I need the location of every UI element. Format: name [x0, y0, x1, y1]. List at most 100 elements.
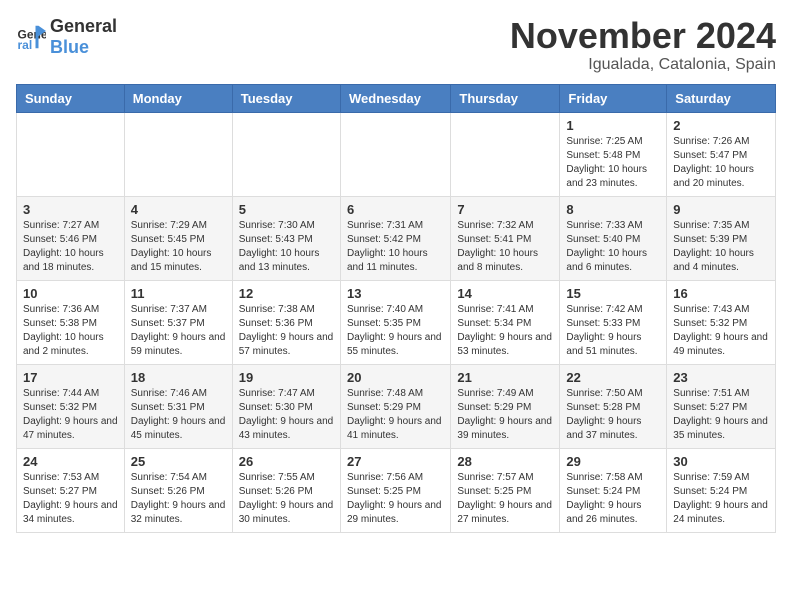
- calendar-cell: 19Sunrise: 7:47 AM Sunset: 5:30 PM Dayli…: [232, 364, 340, 448]
- logo-blue: Blue: [50, 37, 89, 57]
- day-info: Sunrise: 7:43 AM Sunset: 5:32 PM Dayligh…: [673, 303, 769, 359]
- title-area: November 2024 Igualada, Catalonia, Spain: [510, 16, 776, 74]
- calendar-cell: 13Sunrise: 7:40 AM Sunset: 5:35 PM Dayli…: [340, 280, 450, 364]
- day-number: 18: [131, 370, 226, 385]
- day-info: Sunrise: 7:35 AM Sunset: 5:39 PM Dayligh…: [673, 219, 769, 275]
- day-info: Sunrise: 7:30 AM Sunset: 5:43 PM Dayligh…: [239, 219, 334, 275]
- svg-text:ral: ral: [18, 38, 33, 52]
- calendar-cell: 23 Sunrise: 7:51 AM Sunset: 5:27 PM Dayli…: [667, 364, 776, 448]
- day-number: 29: [566, 454, 660, 469]
- day-number: 4: [131, 202, 226, 217]
- day-info: Sunrise: 7:31 AM Sunset: 5:42 PM Dayligh…: [347, 219, 444, 275]
- calendar-week-row: 24 Sunrise: 7:53 AM Sunset: 5:27 PM Dayli…: [17, 448, 776, 532]
- day-number: 17: [23, 370, 118, 385]
- day-number: 14: [457, 286, 553, 301]
- calendar-cell: 14 Sunrise: 7:41 AM Sunset: 5:34 PM Dayli…: [451, 280, 560, 364]
- day-info: Sunrise: 7:25 AM Sunset: 5:48 PM Dayligh…: [566, 135, 660, 191]
- day-number: 5: [239, 202, 334, 217]
- day-info: Sunrise: 7:58 AM Sunset: 5:24 PM Dayligh…: [566, 471, 660, 527]
- day-number: 24: [23, 454, 118, 469]
- calendar-cell: 20Sunrise: 7:48 AM Sunset: 5:29 PM Dayli…: [340, 364, 450, 448]
- calendar-cell: 25 Sunrise: 7:54 AM Sunset: 5:26 PM Dayli…: [124, 448, 232, 532]
- page-header: Gene ral General Blue November 2024 Igua…: [16, 16, 776, 74]
- day-number: 23: [673, 370, 769, 385]
- day-info: Sunrise: 7:55 AM Sunset: 5:26 PM Dayligh…: [239, 471, 334, 527]
- calendar-cell: [17, 112, 125, 196]
- day-info: Sunrise: 7:36 AM Sunset: 5:38 PM Dayligh…: [23, 303, 118, 359]
- day-info: Sunrise: 7:32 AM Sunset: 5:41 PM Dayligh…: [457, 219, 553, 275]
- day-info: Sunrise: 7:40 AM Sunset: 5:35 PM Dayligh…: [347, 303, 444, 359]
- calendar-cell: 3Sunrise: 7:27 AM Sunset: 5:46 PM Daylig…: [17, 196, 125, 280]
- day-info: Sunrise: 7:41 AM Sunset: 5:34 PM Dayligh…: [457, 303, 553, 359]
- calendar-cell: 5 Sunrise: 7:30 AM Sunset: 5:43 PM Daylig…: [232, 196, 340, 280]
- day-info: Sunrise: 7:44 AM Sunset: 5:32 PM Dayligh…: [23, 387, 118, 443]
- calendar-cell: 22Sunrise: 7:50 AM Sunset: 5:28 PM Dayli…: [560, 364, 667, 448]
- calendar-week-row: 1Sunrise: 7:25 AM Sunset: 5:48 PM Daylig…: [17, 112, 776, 196]
- calendar-week-row: 10 Sunrise: 7:36 AM Sunset: 5:38 PM Dayli…: [17, 280, 776, 364]
- weekday-header-thursday: Thursday: [451, 84, 560, 112]
- calendar-cell: 16 Sunrise: 7:43 AM Sunset: 5:32 PM Dayli…: [667, 280, 776, 364]
- day-number: 8: [566, 202, 660, 217]
- month-title: November 2024: [510, 16, 776, 56]
- calendar-week-row: 3Sunrise: 7:27 AM Sunset: 5:46 PM Daylig…: [17, 196, 776, 280]
- calendar-cell: 21 Sunrise: 7:49 AM Sunset: 5:29 PM Dayli…: [451, 364, 560, 448]
- day-number: 30: [673, 454, 769, 469]
- calendar-cell: [451, 112, 560, 196]
- day-info: Sunrise: 7:54 AM Sunset: 5:26 PM Dayligh…: [131, 471, 226, 527]
- calendar-cell: [340, 112, 450, 196]
- calendar-cell: 2 Sunrise: 7:26 AM Sunset: 5:47 PM Daylig…: [667, 112, 776, 196]
- day-info: Sunrise: 7:49 AM Sunset: 5:29 PM Dayligh…: [457, 387, 553, 443]
- calendar-cell: [232, 112, 340, 196]
- weekday-header-monday: Monday: [124, 84, 232, 112]
- day-number: 10: [23, 286, 118, 301]
- day-info: Sunrise: 7:56 AM Sunset: 5:25 PM Dayligh…: [347, 471, 444, 527]
- calendar-cell: 28 Sunrise: 7:57 AM Sunset: 5:25 PM Dayli…: [451, 448, 560, 532]
- day-number: 26: [239, 454, 334, 469]
- day-info: Sunrise: 7:48 AM Sunset: 5:29 PM Dayligh…: [347, 387, 444, 443]
- day-number: 16: [673, 286, 769, 301]
- calendar-cell: 10 Sunrise: 7:36 AM Sunset: 5:38 PM Dayli…: [17, 280, 125, 364]
- day-info: Sunrise: 7:53 AM Sunset: 5:27 PM Dayligh…: [23, 471, 118, 527]
- day-number: 7: [457, 202, 553, 217]
- day-number: 22: [566, 370, 660, 385]
- day-number: 25: [131, 454, 226, 469]
- day-number: 11: [131, 286, 226, 301]
- day-number: 27: [347, 454, 444, 469]
- calendar-cell: 7 Sunrise: 7:32 AM Sunset: 5:41 PM Daylig…: [451, 196, 560, 280]
- calendar-cell: 4Sunrise: 7:29 AM Sunset: 5:45 PM Daylig…: [124, 196, 232, 280]
- logo-general: General: [50, 16, 117, 36]
- day-info: Sunrise: 7:51 AM Sunset: 5:27 PM Dayligh…: [673, 387, 769, 443]
- day-number: 21: [457, 370, 553, 385]
- day-info: Sunrise: 7:38 AM Sunset: 5:36 PM Dayligh…: [239, 303, 334, 359]
- weekday-header-saturday: Saturday: [667, 84, 776, 112]
- calendar-cell: 6Sunrise: 7:31 AM Sunset: 5:42 PM Daylig…: [340, 196, 450, 280]
- calendar-cell: 8Sunrise: 7:33 AM Sunset: 5:40 PM Daylig…: [560, 196, 667, 280]
- day-info: Sunrise: 7:27 AM Sunset: 5:46 PM Dayligh…: [23, 219, 118, 275]
- calendar-table: SundayMondayTuesdayWednesdayThursdayFrid…: [16, 84, 776, 533]
- calendar-cell: 9 Sunrise: 7:35 AM Sunset: 5:39 PM Daylig…: [667, 196, 776, 280]
- calendar-cell: 30 Sunrise: 7:59 AM Sunset: 5:24 PM Dayli…: [667, 448, 776, 532]
- calendar-cell: 24 Sunrise: 7:53 AM Sunset: 5:27 PM Dayli…: [17, 448, 125, 532]
- location-title: Igualada, Catalonia, Spain: [510, 56, 776, 74]
- day-info: Sunrise: 7:59 AM Sunset: 5:24 PM Dayligh…: [673, 471, 769, 527]
- day-info: Sunrise: 7:57 AM Sunset: 5:25 PM Dayligh…: [457, 471, 553, 527]
- calendar-cell: 1Sunrise: 7:25 AM Sunset: 5:48 PM Daylig…: [560, 112, 667, 196]
- day-number: 2: [673, 118, 769, 133]
- day-number: 28: [457, 454, 553, 469]
- logo: Gene ral General Blue: [16, 16, 117, 58]
- calendar-cell: 18Sunrise: 7:46 AM Sunset: 5:31 PM Dayli…: [124, 364, 232, 448]
- logo-text: General Blue: [50, 16, 117, 58]
- weekday-header-tuesday: Tuesday: [232, 84, 340, 112]
- logo-icon: Gene ral: [16, 22, 46, 52]
- day-info: Sunrise: 7:37 AM Sunset: 5:37 PM Dayligh…: [131, 303, 226, 359]
- day-number: 12: [239, 286, 334, 301]
- weekday-header-sunday: Sunday: [17, 84, 125, 112]
- calendar-cell: 12 Sunrise: 7:38 AM Sunset: 5:36 PM Dayli…: [232, 280, 340, 364]
- day-number: 9: [673, 202, 769, 217]
- calendar-cell: 11 Sunrise: 7:37 AM Sunset: 5:37 PM Dayli…: [124, 280, 232, 364]
- weekday-header-wednesday: Wednesday: [340, 84, 450, 112]
- day-info: Sunrise: 7:47 AM Sunset: 5:30 PM Dayligh…: [239, 387, 334, 443]
- weekday-header-friday: Friday: [560, 84, 667, 112]
- calendar-cell: 15Sunrise: 7:42 AM Sunset: 5:33 PM Dayli…: [560, 280, 667, 364]
- day-info: Sunrise: 7:26 AM Sunset: 5:47 PM Dayligh…: [673, 135, 769, 191]
